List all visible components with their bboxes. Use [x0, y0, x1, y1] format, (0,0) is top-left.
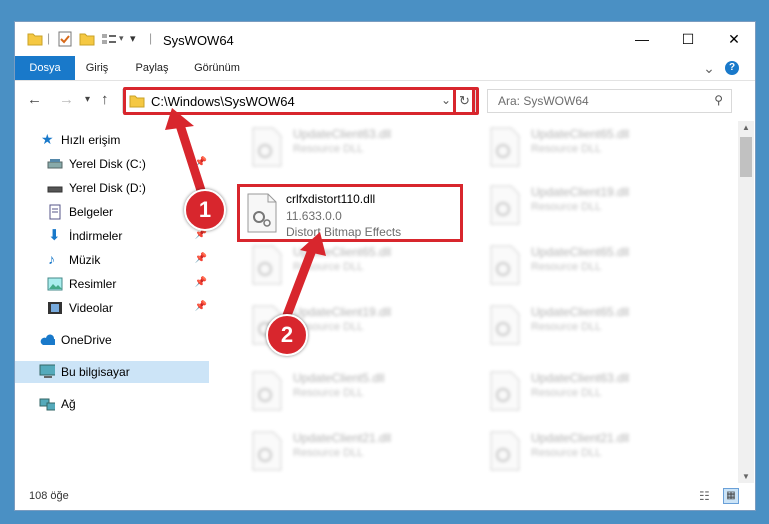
arrow-2	[281, 245, 317, 323]
arrow-1-head	[165, 108, 194, 130]
step-2-badge: 2	[266, 314, 308, 356]
step-1-badge: 1	[184, 189, 226, 231]
arrow-2-head	[300, 232, 326, 256]
annotation-overlay	[165, 108, 326, 323]
